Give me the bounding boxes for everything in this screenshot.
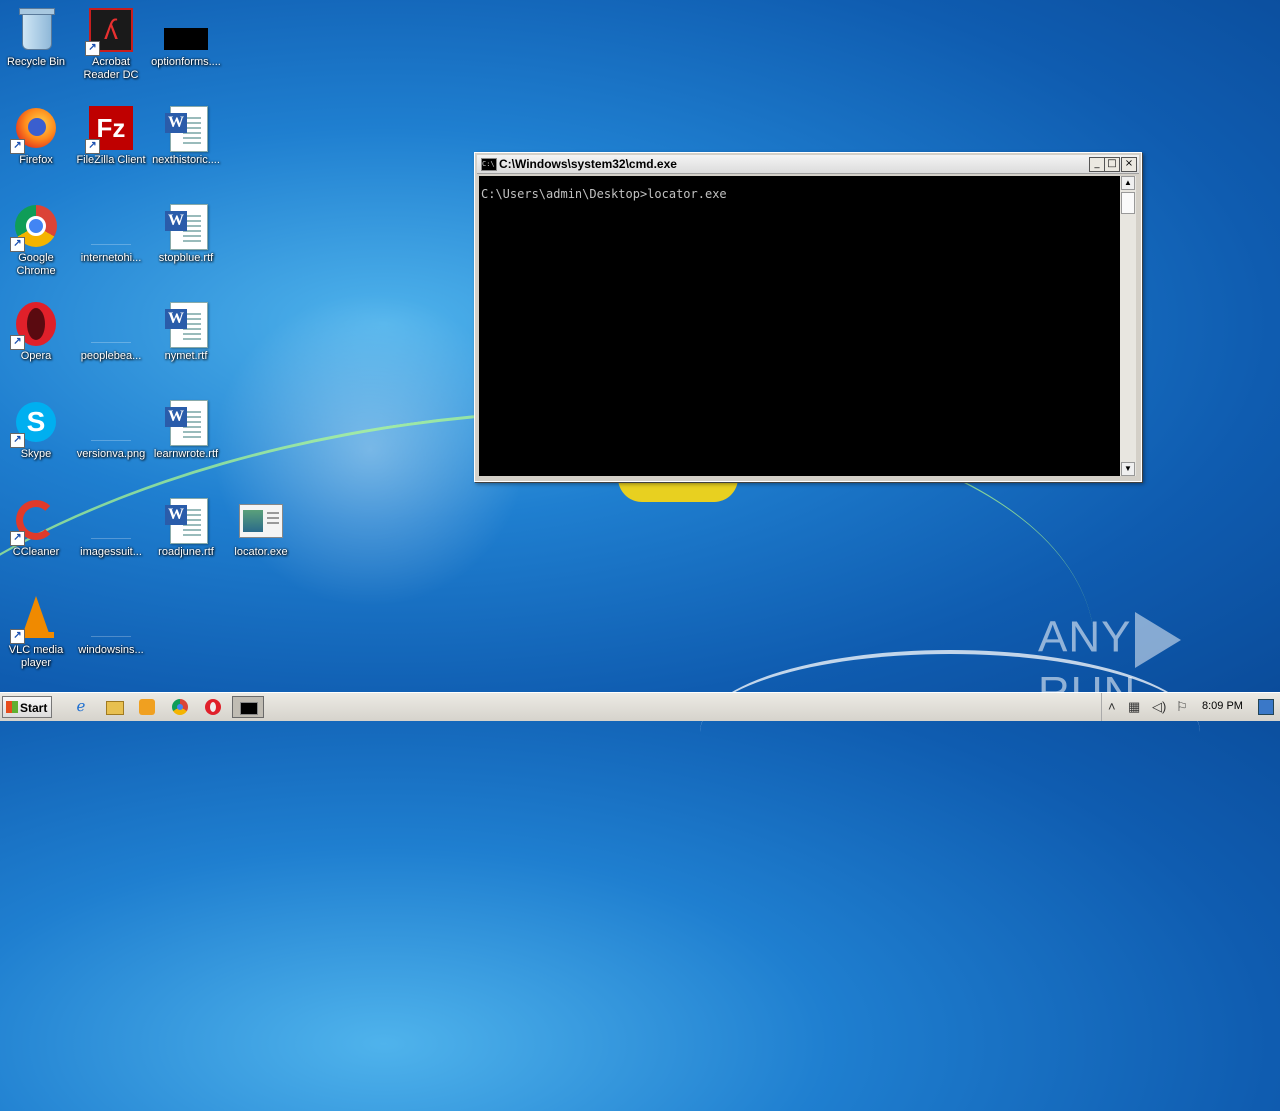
- icon-label: stopblue.rtf: [158, 252, 214, 264]
- icon-label: windowsins...: [78, 644, 144, 656]
- icon-label: Recycle Bin: [6, 56, 66, 68]
- show-desktop-button[interactable]: [1258, 699, 1274, 715]
- executable-icon: [237, 496, 285, 544]
- desktop-icon-file[interactable]: versionva.png: [73, 392, 149, 482]
- desktop-icon-rtf[interactable]: W nexthistoric....: [148, 98, 224, 188]
- scrollbar-thumb[interactable]: [1121, 192, 1135, 214]
- icon-label: peoplebea...: [80, 350, 142, 362]
- ccleaner-icon: ↗: [10, 496, 60, 546]
- cmd-window-icon: C:\: [481, 158, 497, 171]
- word-document-icon: W: [162, 202, 210, 250]
- icon-label: versionva.png: [76, 448, 146, 460]
- volume-icon[interactable]: ◁): [1152, 699, 1166, 715]
- desktop-icon-rtf[interactable]: W roadjune.rtf: [148, 490, 224, 580]
- icon-label: VLC media player: [8, 644, 64, 669]
- skype-icon: S ↗: [10, 398, 60, 448]
- cmd-window-title: C:\Windows\system32\cmd.exe: [499, 157, 677, 171]
- clock[interactable]: 8:09 PM: [1202, 700, 1243, 712]
- icon-label: roadjune.rtf: [158, 546, 214, 558]
- blank-file-icon: [87, 398, 135, 446]
- blank-file-icon: [87, 202, 135, 250]
- word-document-icon: W: [162, 104, 210, 152]
- desktop-icon-file[interactable]: peoplebea...: [73, 294, 149, 384]
- cmd-titlebar[interactable]: C:\ C:\Windows\system32\cmd.exe _ □ ×: [477, 155, 1139, 174]
- maximize-button[interactable]: □: [1104, 157, 1120, 172]
- desktop-icon-rtf[interactable]: W learnwrote.rtf: [148, 392, 224, 482]
- icon-label: Acrobat Reader DC: [83, 56, 139, 81]
- desktop-icon-file[interactable]: internetohi...: [73, 196, 149, 286]
- icon-label: Google Chrome: [16, 252, 56, 277]
- windows-logo-icon: [6, 701, 18, 713]
- blank-file-icon: [87, 496, 135, 544]
- icon-label: internetohi...: [80, 252, 142, 264]
- network-icon[interactable]: ▦: [1128, 699, 1140, 715]
- word-document-icon: W: [162, 398, 210, 446]
- desktop-icon-filezilla[interactable]: Fz ↗ FileZilla Client: [73, 98, 149, 188]
- icon-label: optionforms....: [151, 56, 221, 68]
- desktop-icon-opera[interactable]: ↗ Opera: [0, 294, 74, 384]
- desktop-icon-acrobat[interactable]: ʎ ↗ Acrobat Reader DC: [73, 0, 149, 90]
- scroll-up-icon[interactable]: ▲: [1121, 176, 1135, 190]
- action-center-flag-icon[interactable]: ⚐: [1176, 699, 1188, 715]
- vlc-cone-icon: ↗: [10, 594, 60, 644]
- minimize-button[interactable]: _: [1089, 157, 1105, 172]
- icon-label: locator.exe: [234, 546, 288, 558]
- taskbar: Start ℯ ˄ ▦ ◁) ⚐ 8:09 PM: [0, 692, 1280, 721]
- desktop-icon-file[interactable]: windowsins...: [73, 588, 149, 678]
- desktop-icon-rtf[interactable]: W nymet.rtf: [148, 294, 224, 384]
- blank-file-icon: [87, 300, 135, 348]
- chrome-icon: ↗: [10, 202, 60, 252]
- word-document-icon: W: [162, 496, 210, 544]
- close-button[interactable]: ×: [1121, 157, 1137, 172]
- acrobat-icon: ʎ ↗: [85, 6, 135, 56]
- word-document-icon: W: [162, 300, 210, 348]
- scroll-down-icon[interactable]: ▼: [1121, 462, 1135, 476]
- chrome-icon[interactable]: [169, 697, 191, 717]
- icon-label: Skype: [20, 448, 52, 460]
- icon-label: CCleaner: [12, 546, 60, 558]
- desktop-icon-firefox[interactable]: ↗ Firefox: [0, 98, 74, 188]
- desktop-icon-skype[interactable]: S ↗ Skype: [0, 392, 74, 482]
- file-explorer-icon[interactable]: [103, 697, 125, 717]
- filezilla-icon: Fz ↗: [85, 104, 135, 154]
- icon-label: learnwrote.rtf: [153, 448, 219, 460]
- console-output[interactable]: C:\Users\admin\Desktop>locator.exe: [479, 176, 1120, 476]
- desktop-icon-rtf[interactable]: W stopblue.rtf: [148, 196, 224, 286]
- recycle-bin-icon: [12, 6, 60, 54]
- desktop-icon-file[interactable]: imagessuit...: [73, 490, 149, 580]
- cmd-icon: [240, 702, 258, 715]
- desktop-icon-locator-exe[interactable]: locator.exe: [223, 490, 299, 580]
- internet-explorer-icon[interactable]: ℯ: [70, 697, 92, 717]
- icon-label: nymet.rtf: [164, 350, 208, 362]
- desktop-icon-recycle-bin[interactable]: Recycle Bin: [0, 0, 74, 90]
- firefox-icon: ↗: [10, 104, 60, 154]
- desktop-icon-ccleaner[interactable]: ↗ CCleaner: [0, 490, 74, 580]
- play-triangle-icon: [1135, 612, 1182, 668]
- black-thumbnail-icon: [162, 6, 210, 54]
- media-player-icon[interactable]: [136, 697, 158, 717]
- icon-label: imagessuit...: [80, 546, 142, 558]
- desktop-icon-file[interactable]: optionforms....: [148, 0, 224, 90]
- system-tray: ˄ ▦ ◁) ⚐ 8:09 PM: [1101, 693, 1280, 721]
- blank-file-icon: [87, 594, 135, 642]
- vertical-scrollbar[interactable]: ▲ ▼: [1120, 176, 1136, 476]
- console-line: C:\Users\admin\Desktop>locator.exe: [481, 187, 727, 201]
- icon-label: Opera: [20, 350, 52, 362]
- cmd-window[interactable]: C:\ C:\Windows\system32\cmd.exe _ □ × C:…: [474, 152, 1142, 482]
- icon-label: Firefox: [19, 154, 53, 166]
- opera-icon[interactable]: [202, 697, 224, 717]
- taskbar-cmd-button[interactable]: [232, 696, 264, 718]
- icon-label: FileZilla Client: [76, 154, 146, 166]
- start-button[interactable]: Start: [2, 696, 52, 718]
- desktop-icon-chrome[interactable]: ↗ Google Chrome: [0, 196, 74, 286]
- desktop-icon-vlc[interactable]: ↗ VLC media player: [0, 588, 74, 678]
- show-hidden-icons-icon[interactable]: ˄: [1108, 699, 1116, 715]
- opera-icon: ↗: [10, 300, 60, 350]
- icon-label: nexthistoric....: [152, 154, 220, 166]
